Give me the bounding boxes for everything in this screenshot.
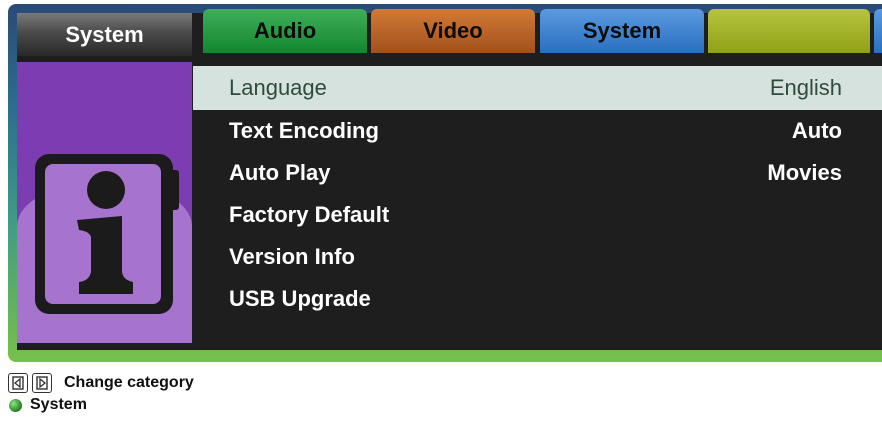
tab-partial[interactable]: [874, 9, 882, 53]
menu-item-auto-play[interactable]: Auto Play Movies: [193, 152, 882, 194]
menu-item-label: Auto Play: [229, 160, 331, 185]
left-arrow-key-icon: [8, 373, 28, 393]
category-icon-panel: [17, 62, 192, 343]
menu-item-value: Auto: [791, 118, 842, 143]
tab-divider: [199, 58, 882, 62]
legend-current: System: [8, 394, 194, 416]
menu-item-value: Movies: [767, 160, 842, 185]
legend-change-category-label: Change category: [64, 374, 194, 391]
tab-audio[interactable]: Audio: [203, 9, 367, 53]
menu-item-label: Version Info: [229, 244, 355, 269]
menu-item-label: Factory Default: [229, 202, 390, 227]
menu-item-factory-default[interactable]: Factory Default: [193, 194, 882, 236]
legend-current-label: System: [30, 396, 87, 413]
help-legend: Change category System: [8, 372, 194, 416]
green-dot-icon: [9, 398, 22, 412]
info-book-icon: [35, 154, 179, 314]
menu-item-usb-upgrade[interactable]: USB Upgrade: [193, 278, 882, 320]
settings-menu: Language English Text Encoding Auto Auto…: [193, 66, 882, 320]
menu-item-text-encoding[interactable]: Text Encoding Auto: [193, 110, 882, 152]
tab-video[interactable]: Video: [371, 9, 535, 53]
menu-item-value: English: [769, 75, 842, 100]
tab-extra[interactable]: [708, 9, 870, 53]
menu-item-label: Text Encoding: [229, 118, 379, 143]
menu-item-language[interactable]: Language English: [193, 66, 882, 110]
legend-change-category: Change category: [8, 372, 194, 394]
menu-item-version-info[interactable]: Version Info: [193, 236, 882, 278]
menu-item-label: USB Upgrade: [229, 286, 371, 311]
right-arrow-key-icon: [32, 373, 52, 393]
tab-system[interactable]: System: [540, 9, 704, 53]
menu-item-label: Language: [229, 75, 327, 100]
category-title: System: [17, 13, 192, 56]
category-tabs: Audio Video System: [199, 9, 882, 59]
